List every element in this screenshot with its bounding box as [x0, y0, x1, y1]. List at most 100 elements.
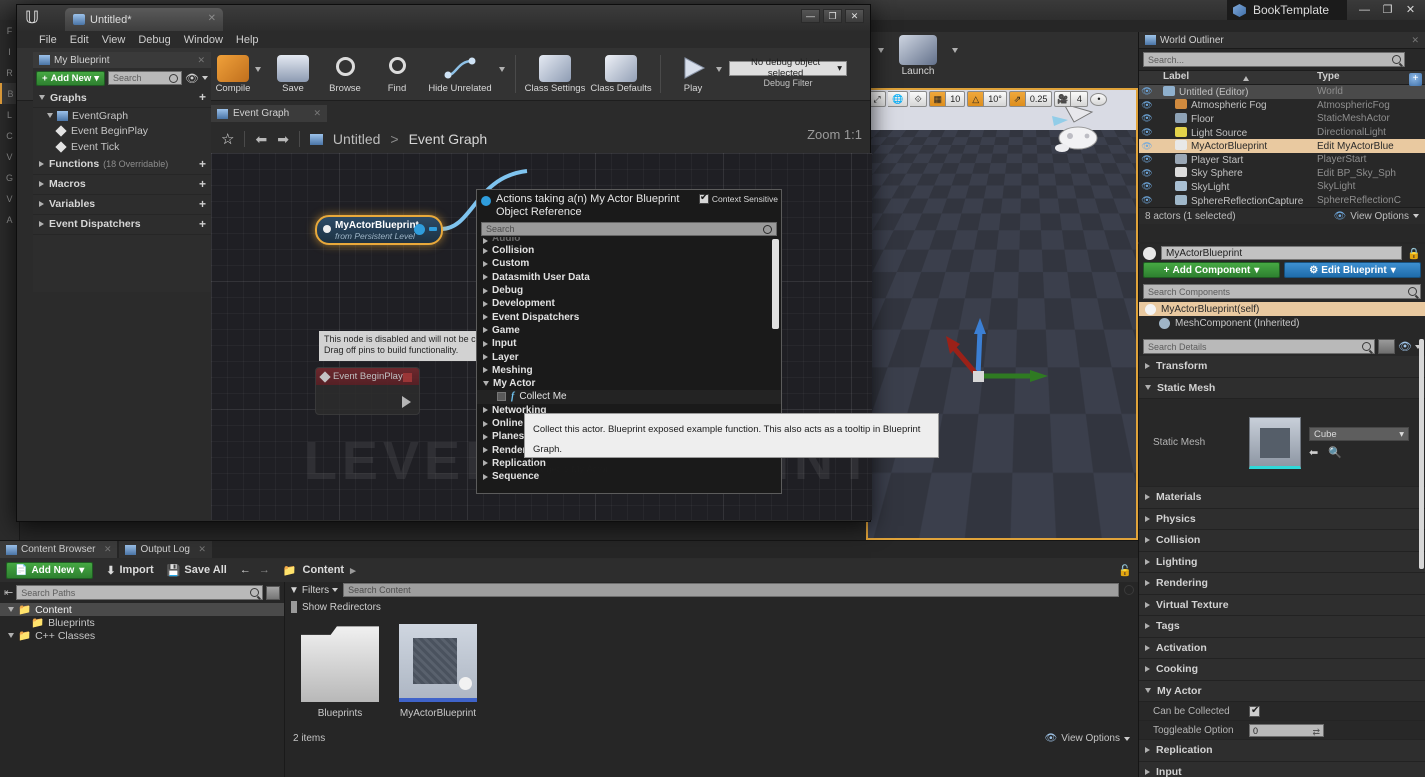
viewport-toolbar[interactable]: ⤢ 🌐 ⟐ ▦ 10 △ 10° ⇗ 0.25 🎥 4 •: [866, 88, 1138, 110]
forward-button[interactable]: →: [259, 564, 270, 576]
my-blueprint-tab[interactable]: My Blueprint ✕: [33, 52, 211, 68]
add-icon[interactable]: +: [199, 178, 206, 190]
menu-debug[interactable]: Debug: [138, 34, 170, 46]
action-category-game[interactable]: Game: [477, 324, 781, 337]
close-icon[interactable]: ✕: [845, 9, 864, 23]
lock-icon[interactable]: 🔒: [1407, 247, 1421, 260]
visibility-eye-icon[interactable]: 👁: [1139, 141, 1155, 152]
chevron-right-icon[interactable]: [483, 274, 488, 281]
node-output-pin[interactable]: [414, 224, 425, 235]
action-category-datasmith-user-data[interactable]: Datasmith User Data: [477, 271, 781, 284]
action-category-my-actor[interactable]: My Actor: [477, 377, 781, 390]
show-redirectors-toggle[interactable]: Show Redirectors: [285, 598, 1138, 616]
find-button[interactable]: Find: [371, 55, 423, 94]
node-my-actor-blueprint-reference[interactable]: MyActorBlueprint from Persistent Level: [315, 215, 443, 245]
launch-button[interactable]: Launch: [888, 35, 948, 77]
visibility-eye-icon[interactable]: 👁: [1139, 100, 1155, 111]
content-browser-lock-icon[interactable]: 🔓: [1118, 564, 1132, 577]
component-row[interactable]: MyActorBlueprint(self): [1139, 302, 1425, 316]
bookmark-star-icon[interactable]: ☆: [221, 130, 234, 148]
details-category-tags[interactable]: Tags: [1139, 616, 1425, 638]
filters-button[interactable]: ▼ Filters: [289, 585, 339, 596]
world-space-button[interactable]: 🌐: [888, 91, 909, 107]
details-category-activation[interactable]: Activation: [1139, 637, 1425, 659]
action-item-collect-me[interactable]: f Collect Me: [477, 390, 781, 404]
chevron-right-icon[interactable]: [483, 327, 488, 334]
visibility-eye-icon[interactable]: 👁: [1139, 127, 1155, 138]
menu-help[interactable]: Help: [236, 34, 259, 46]
camera-speed-button[interactable]: 🎥: [1054, 91, 1072, 107]
details-category-physics[interactable]: Physics: [1139, 508, 1425, 530]
asset-picker-icon[interactable]: 🔍: [1328, 446, 1342, 459]
tab-event-graph[interactable]: Event Graph ✕: [211, 105, 327, 122]
add-component-button[interactable]: + Add Component ▾: [1143, 262, 1280, 278]
eye-icon[interactable]: 👁: [1398, 340, 1412, 353]
close-icon[interactable]: ✕: [197, 55, 205, 66]
forward-arrow-icon[interactable]: ➡: [277, 131, 289, 148]
import-button[interactable]: ⬇ Import: [106, 564, 153, 577]
can-be-collected-checkbox[interactable]: [1249, 705, 1260, 717]
sources-options-icon[interactable]: [266, 585, 280, 600]
chevron-right-icon[interactable]: [483, 433, 488, 440]
close-icon[interactable]: ✕: [208, 13, 216, 24]
close-icon[interactable]: ✕: [1411, 35, 1419, 46]
back-arrow-icon[interactable]: ⬅: [255, 131, 267, 148]
chevron-right-icon[interactable]: [483, 460, 488, 467]
chevron-right-icon[interactable]: [483, 354, 488, 361]
details-category-materials[interactable]: Materials: [1139, 487, 1425, 509]
menu-file[interactable]: File: [39, 34, 57, 46]
action-category-audio[interactable]: Audio: [477, 237, 781, 244]
grid-size-button[interactable]: 10: [946, 91, 966, 107]
outliner-row[interactable]: 👁 Light Source DirectionalLight: [1139, 126, 1425, 140]
back-button[interactable]: ←: [240, 564, 251, 576]
outliner-row[interactable]: 👁 Player Start PlayerStart: [1139, 153, 1425, 167]
compile-dropdown-icon[interactable]: [255, 66, 261, 72]
collapse-sources-icon[interactable]: ⇤: [4, 586, 13, 599]
chevron-down-icon[interactable]: [202, 76, 208, 80]
close-icon[interactable]: ✕: [313, 108, 321, 119]
details-category-cooking[interactable]: Cooking: [1139, 659, 1425, 681]
action-category-custom[interactable]: Custom: [477, 257, 781, 270]
chevron-right-icon[interactable]: [483, 420, 488, 427]
blueprint-document-tab[interactable]: Untitled* ✕: [65, 8, 223, 31]
chevron-right-icon[interactable]: [483, 407, 488, 414]
action-category-layer[interactable]: Layer: [477, 350, 781, 363]
maximize-icon[interactable]: ❐: [1377, 2, 1398, 18]
save-all-button[interactable]: 💾 Save All: [167, 564, 227, 577]
add-icon[interactable]: +: [199, 91, 206, 103]
actor-name-input[interactable]: MyActorBlueprint: [1161, 246, 1403, 260]
visibility-eye-icon[interactable]: 👁: [1139, 168, 1155, 179]
action-category-event-dispatchers[interactable]: Event Dispatchers: [477, 310, 781, 323]
details-category-rendering[interactable]: Rendering: [1139, 573, 1425, 595]
expand-icon[interactable]: [8, 633, 14, 638]
details-category-lighting[interactable]: Lighting: [1139, 551, 1425, 573]
class-defaults-button[interactable]: Class Defaults: [588, 54, 654, 94]
details-category-my-actor[interactable]: My Actor: [1139, 680, 1425, 702]
details-category-replication[interactable]: Replication: [1139, 740, 1425, 762]
action-menu-search-input[interactable]: Search: [481, 222, 777, 236]
details-category-collision[interactable]: Collision: [1139, 530, 1425, 552]
grid-snap-button[interactable]: ▦: [929, 91, 947, 107]
outliner-row[interactable]: 👁 Sky Sphere Edit BP_Sky_Sph: [1139, 167, 1425, 181]
add-icon[interactable]: +: [199, 158, 206, 170]
action-category-input[interactable]: Input: [477, 337, 781, 350]
chevron-right-icon[interactable]: [483, 314, 488, 321]
path-row[interactable]: 📁 Content: [0, 603, 284, 616]
angle-snap-button[interactable]: △: [967, 91, 985, 107]
details-category-input[interactable]: Input: [1139, 761, 1425, 777]
event-delegate-pin[interactable]: [403, 373, 412, 382]
outliner-column-label[interactable]: Label: [1139, 71, 1317, 84]
maximize-icon[interactable]: ❐: [823, 9, 842, 23]
details-scrollbar[interactable]: [1419, 339, 1424, 569]
project-tab-booktemplate[interactable]: BookTemplate: [1226, 0, 1347, 20]
details-category-static-mesh[interactable]: Static Mesh: [1139, 377, 1425, 399]
action-category-development[interactable]: Development: [477, 297, 781, 310]
chevron-right-icon[interactable]: [483, 367, 488, 374]
search-components-input[interactable]: Search Components: [1143, 284, 1421, 299]
chevron-right-icon[interactable]: [483, 340, 488, 347]
asset-view-options-button[interactable]: 👁 View Options: [1045, 733, 1130, 744]
asset-tile[interactable]: Blueprints: [299, 624, 381, 719]
breadcrumb[interactable]: 📁 Content ▸: [283, 564, 356, 577]
node-event-beginplay[interactable]: Event BeginPlay: [315, 367, 420, 415]
chevron-right-icon[interactable]: [483, 300, 488, 307]
